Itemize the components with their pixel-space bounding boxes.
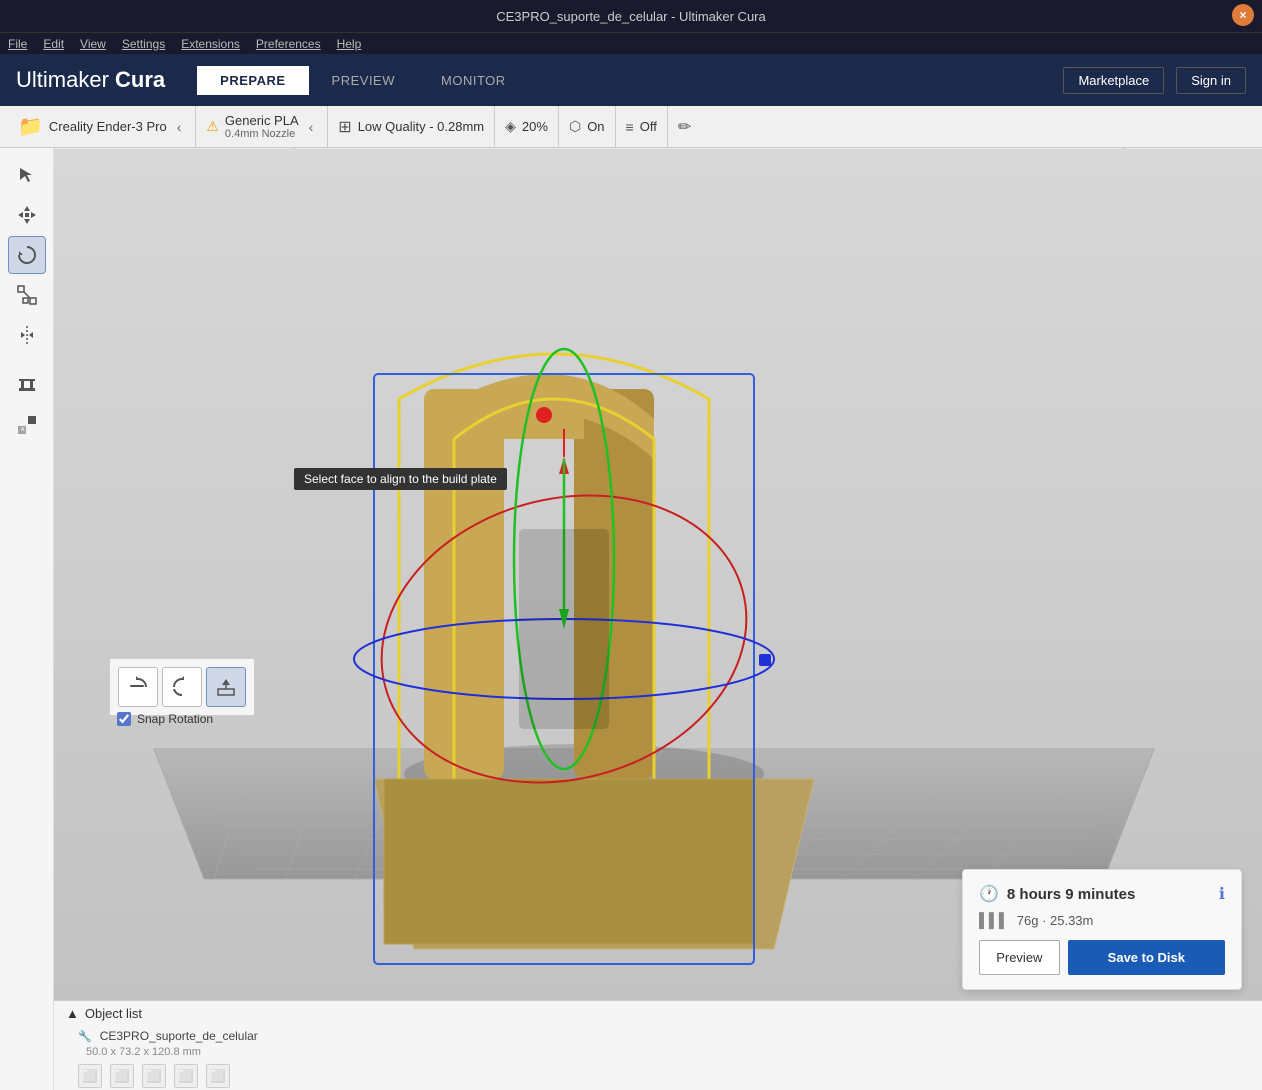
tool-select[interactable] xyxy=(8,156,46,194)
close-button[interactable]: × xyxy=(1232,4,1254,26)
material-chevron[interactable]: ‹ xyxy=(305,119,318,135)
obj-cube3-icon[interactable]: ⬜ xyxy=(142,1064,166,1088)
material-usage-value: 76g · 25.33m xyxy=(1017,913,1094,928)
object-list-title: Object list xyxy=(85,1006,142,1021)
nav-tabs: PREPARE PREVIEW MONITOR xyxy=(197,66,529,95)
object-list-header[interactable]: ▲ Object list xyxy=(54,1001,1262,1026)
snap-rotation-checkbox[interactable] xyxy=(117,712,131,726)
tab-prepare[interactable]: PREPARE xyxy=(197,66,308,95)
support-value[interactable]: On xyxy=(587,119,604,134)
brand-name: Ultimaker xyxy=(16,67,109,92)
menu-view[interactable]: View xyxy=(80,37,106,51)
object-item-name: CE3PRO_suporte_de_celular xyxy=(100,1029,258,1043)
folder-icon[interactable]: 📁 xyxy=(18,114,43,139)
menu-preferences[interactable]: Preferences xyxy=(256,37,321,51)
rotate-reset-button[interactable] xyxy=(118,667,158,707)
obj-cube-icon[interactable]: ⬜ xyxy=(78,1064,102,1088)
snap-rotation-label: Snap Rotation xyxy=(137,712,213,726)
info-icon[interactable]: ℹ xyxy=(1219,884,1225,904)
object-dimensions: 50.0 x 73.2 x 120.8 mm xyxy=(54,1046,1262,1058)
material-info: Generic PLA 0.4mm Nozzle xyxy=(225,113,299,140)
menu-bar: File Edit View Settings Extensions Prefe… xyxy=(0,32,1262,54)
tab-preview[interactable]: PREVIEW xyxy=(309,66,418,95)
adhesion-section: ≡ Off xyxy=(616,106,668,147)
quality-icon: ⊞ xyxy=(338,117,351,137)
support-icon: ⬡ xyxy=(569,118,581,135)
print-time: 🕐 8 hours 9 minutes xyxy=(979,884,1135,904)
menu-edit[interactable]: Edit xyxy=(43,37,64,51)
signin-button[interactable]: Sign in xyxy=(1176,67,1246,94)
adhesion-value[interactable]: Off xyxy=(640,119,657,134)
tool-rotate[interactable] xyxy=(8,236,46,274)
filament-icon: ▌▌▌ xyxy=(979,912,1009,928)
print-info-panel: 🕐 8 hours 9 minutes ℹ ▌▌▌ 76g · 25.33m P… xyxy=(962,869,1242,990)
tool-support[interactable] xyxy=(8,366,46,404)
marketplace-button[interactable]: Marketplace xyxy=(1063,67,1164,94)
menu-extensions[interactable]: Extensions xyxy=(181,37,240,51)
top-nav: Ultimaker Cura PREPARE PREVIEW MONITOR M… xyxy=(0,54,1262,106)
tool-scale[interactable] xyxy=(8,276,46,314)
viewport: Select face to align to the build plate … xyxy=(54,148,1262,1090)
rotation-subtoolbar xyxy=(109,658,255,716)
infill-value[interactable]: 20% xyxy=(522,119,548,134)
object-list-item[interactable]: 🔧 CE3PRO_suporte_de_celular xyxy=(54,1026,1262,1046)
print-time-row: 🕐 8 hours 9 minutes ℹ xyxy=(979,884,1225,904)
menu-settings[interactable]: Settings xyxy=(122,37,165,51)
infill-section: ◈ 20% xyxy=(495,106,559,147)
action-row: Preview Save to Disk xyxy=(979,940,1225,975)
brand-bold: Cura xyxy=(115,67,165,92)
material-usage-row: ▌▌▌ 76g · 25.33m xyxy=(979,912,1225,928)
clock-icon: 🕐 xyxy=(979,884,999,904)
printer-section: 📁 Creality Ender-3 Pro ‹ xyxy=(8,106,196,147)
rotation-tooltip: Select face to align to the build plate xyxy=(294,468,507,490)
material-sub: 0.4mm Nozzle xyxy=(225,128,299,140)
snap-rotation-row: Snap Rotation xyxy=(117,712,213,726)
object-list-arrow: ▲ xyxy=(66,1006,79,1021)
material-warning-icon: ⚠ xyxy=(206,118,219,135)
toolbar-row: 📁 Creality Ender-3 Pro ‹ ⚠ Generic PLA 0… xyxy=(0,106,1262,148)
tab-monitor[interactable]: MONITOR xyxy=(418,66,529,95)
print-time-value: 8 hours 9 minutes xyxy=(1007,886,1135,903)
quality-name[interactable]: Low Quality - 0.28mm xyxy=(358,119,484,134)
settings-pencil-icon[interactable]: ✏ xyxy=(678,117,691,137)
tool-mirror[interactable] xyxy=(8,316,46,354)
material-name[interactable]: Generic PLA xyxy=(225,113,299,128)
obj-cube5-icon[interactable]: ⬜ xyxy=(206,1064,230,1088)
object-list-panel: ▲ Object list 🔧 CE3PRO_suporte_de_celula… xyxy=(54,1000,1262,1090)
title-bar: CE3PRO_suporte_de_celular - Ultimaker Cu… xyxy=(0,0,1262,32)
settings-section: ✏ xyxy=(668,106,701,147)
printer-name[interactable]: Creality Ender-3 Pro xyxy=(49,119,167,134)
left-toolbar: A xyxy=(0,148,54,1090)
material-section: ⚠ Generic PLA 0.4mm Nozzle ‹ xyxy=(196,106,328,147)
tooltip-text: Select face to align to the build plate xyxy=(304,472,497,486)
infill-icon: ◈ xyxy=(505,118,516,135)
main-area: A xyxy=(0,148,1262,1090)
menu-help[interactable]: Help xyxy=(337,37,362,51)
object-item-icon: 🔧 xyxy=(78,1030,92,1043)
save-to-disk-button[interactable]: Save to Disk xyxy=(1068,940,1225,975)
obj-cube2-icon[interactable]: ⬜ xyxy=(110,1064,134,1088)
rotate-left-button[interactable] xyxy=(162,667,202,707)
rotate-face-button[interactable] xyxy=(206,667,246,707)
tool-move[interactable] xyxy=(8,196,46,234)
preview-button[interactable]: Preview xyxy=(979,940,1060,975)
menu-file[interactable]: File xyxy=(8,37,27,51)
obj-cube4-icon[interactable]: ⬜ xyxy=(174,1064,198,1088)
tool-per-model[interactable]: A xyxy=(8,406,46,444)
quality-section: ⊞ Low Quality - 0.28mm xyxy=(328,106,495,147)
window-title: CE3PRO_suporte_de_celular - Ultimaker Cu… xyxy=(496,9,766,24)
printer-chevron[interactable]: ‹ xyxy=(173,119,186,135)
support-section: ⬡ On xyxy=(559,106,616,147)
brand-logo: Ultimaker Cura xyxy=(16,67,165,93)
adhesion-icon: ≡ xyxy=(626,119,634,135)
object-icons-row: ⬜ ⬜ ⬜ ⬜ ⬜ xyxy=(54,1058,1262,1090)
